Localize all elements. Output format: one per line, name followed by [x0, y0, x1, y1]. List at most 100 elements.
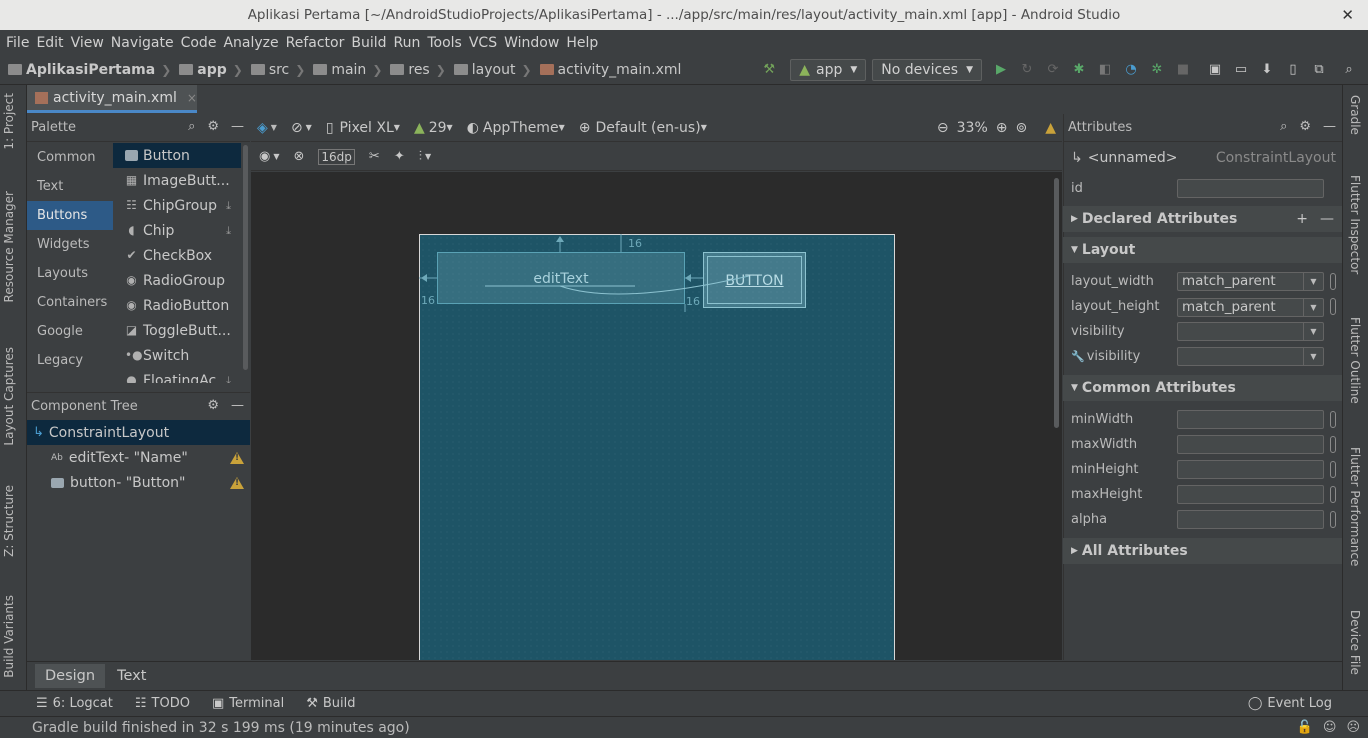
- palette-widget-radiobutton[interactable]: ◉ RadioButton: [113, 293, 241, 318]
- search-icon[interactable]: ⌕: [188, 119, 195, 134]
- palette-category-widgets[interactable]: Widgets: [27, 230, 113, 259]
- editor-tab-activity-main[interactable]: activity_main.xml ×: [27, 85, 197, 113]
- palette-widget-floatingactionbutton[interactable]: ● FloatingAc... ⤓: [113, 368, 241, 384]
- palette-widget-togglebutton[interactable]: ◪ ToggleButt...: [113, 318, 241, 343]
- run-icon[interactable]: ▶: [990, 59, 1012, 81]
- warning-icon[interactable]: ▲: [1045, 120, 1056, 136]
- attribute-pin-icon[interactable]: [1330, 461, 1336, 478]
- avd-manager-icon[interactable]: ▭: [1230, 59, 1252, 81]
- apply-code-changes-icon[interactable]: ⟳: [1042, 59, 1064, 81]
- menu-navigate[interactable]: Navigate: [111, 35, 174, 51]
- add-attribute-icon[interactable]: +: [1296, 211, 1308, 227]
- tree-item-button[interactable]: button - "Button": [27, 470, 250, 495]
- attribute-pin-icon[interactable]: [1330, 436, 1336, 453]
- tool-window-todo[interactable]: ☷ TODO: [135, 696, 190, 711]
- tool-window-build[interactable]: ⚒ Build: [306, 696, 355, 711]
- warning-icon[interactable]: [230, 476, 244, 489]
- alpha-input[interactable]: [1177, 510, 1324, 529]
- device-manager-icon[interactable]: ▯: [1282, 59, 1304, 81]
- layout-inspector-icon[interactable]: ⧉: [1308, 59, 1330, 81]
- gear-icon[interactable]: ⚙: [1299, 119, 1311, 134]
- debug-icon[interactable]: ✱: [1068, 59, 1090, 81]
- canvas-scrollbar[interactable]: [1054, 178, 1059, 428]
- tree-item-constraintlayout[interactable]: ↳ ConstraintLayout: [27, 420, 250, 445]
- api-selector[interactable]: ▲ 29 ▼: [414, 120, 453, 136]
- palette-category-google[interactable]: Google: [27, 317, 113, 346]
- tool-tab-flutter-inspector[interactable]: Flutter Inspector: [1348, 175, 1362, 274]
- maxwidth-input[interactable]: [1177, 435, 1324, 454]
- search-icon[interactable]: ⌕: [1338, 59, 1360, 81]
- gear-icon[interactable]: ⚙: [207, 119, 219, 134]
- locale-selector[interactable]: ⊕ Default (en-us) ▼: [579, 120, 707, 136]
- attribute-pin-icon[interactable]: [1330, 486, 1336, 503]
- tool-tab-resource-manager[interactable]: Resource Manager: [2, 191, 16, 302]
- autoconnect-icon[interactable]: ⊗: [294, 149, 305, 164]
- palette-category-common[interactable]: Common: [27, 143, 113, 172]
- tool-tab-flutter-performance[interactable]: Flutter Performance: [1348, 447, 1362, 566]
- tool-window-logcat[interactable]: ☰ 6: Logcat: [36, 696, 113, 711]
- sync-project-icon[interactable]: ▣: [1204, 59, 1226, 81]
- palette-widget-chipgroup[interactable]: ☷ ChipGroup ⤓: [113, 193, 241, 218]
- tool-tab-flutter-outline[interactable]: Flutter Outline: [1348, 317, 1362, 404]
- download-icon[interactable]: ⤓: [226, 374, 231, 384]
- minimize-icon[interactable]: —: [231, 398, 244, 413]
- palette-category-legacy[interactable]: Legacy: [27, 346, 113, 375]
- align-icon[interactable]: ⫶ ▼: [419, 149, 431, 164]
- breadcrumb-file[interactable]: activity_main.xml: [539, 62, 681, 78]
- section-all-attributes[interactable]: ▶ All Attributes: [1063, 538, 1342, 564]
- menu-analyze[interactable]: Analyze: [223, 35, 278, 51]
- smiley-icon[interactable]: ☺: [1323, 720, 1337, 735]
- download-icon[interactable]: ⤓: [226, 224, 231, 238]
- zoom-in-icon[interactable]: ⊕: [996, 120, 1008, 136]
- minimize-icon[interactable]: —: [1323, 119, 1336, 134]
- breadcrumb-project[interactable]: AplikasiPertama ❯: [8, 62, 171, 78]
- section-common-attributes[interactable]: ▼ Common Attributes: [1063, 375, 1342, 401]
- tool-window-terminal[interactable]: ▣ Terminal: [212, 696, 284, 711]
- tool-tab-device-file[interactable]: Device File: [1348, 610, 1362, 675]
- section-layout[interactable]: ▼ Layout: [1063, 237, 1342, 263]
- sad-face-icon[interactable]: ☹: [1346, 720, 1360, 735]
- stop-icon[interactable]: ■: [1172, 59, 1194, 81]
- tools-visibility-dropdown[interactable]: ▼: [1177, 347, 1324, 366]
- attribute-pin-icon[interactable]: [1330, 273, 1336, 290]
- tool-tab-structure[interactable]: Z: Structure: [2, 485, 16, 557]
- clear-constraints-icon[interactable]: ✂: [369, 149, 380, 164]
- device-dropdown[interactable]: No devices ▼: [872, 58, 982, 81]
- download-icon[interactable]: ⤓: [226, 199, 231, 213]
- palette-category-text[interactable]: Text: [27, 172, 113, 201]
- infer-constraints-icon[interactable]: ✦: [394, 149, 405, 164]
- attach-debugger-icon[interactable]: ✲: [1146, 59, 1168, 81]
- apply-changes-icon[interactable]: ↻: [1016, 59, 1038, 81]
- menu-tools[interactable]: Tools: [427, 35, 462, 51]
- minimize-icon[interactable]: —: [231, 119, 244, 134]
- breadcrumb-app[interactable]: app ❯: [179, 62, 243, 78]
- search-icon[interactable]: ⌕: [1280, 119, 1287, 134]
- coverage-icon[interactable]: ◧: [1094, 59, 1116, 81]
- zoom-fit-icon[interactable]: ⊚: [1015, 120, 1027, 136]
- palette-widget-switch[interactable]: •● Switch: [113, 343, 241, 368]
- attribute-pin-icon[interactable]: [1330, 511, 1336, 528]
- design-surface-icon[interactable]: ◈ ▼: [257, 120, 277, 136]
- menu-file[interactable]: File: [6, 35, 29, 51]
- menu-edit[interactable]: Edit: [36, 35, 63, 51]
- palette-category-buttons[interactable]: Buttons: [27, 201, 113, 230]
- minwidth-input[interactable]: [1177, 410, 1324, 429]
- section-declared-attributes[interactable]: ▶ Declared Attributes + —: [1063, 206, 1342, 232]
- tool-tab-layout-captures[interactable]: Layout Captures: [2, 347, 16, 446]
- menu-run[interactable]: Run: [394, 35, 421, 51]
- tab-design[interactable]: Design: [35, 664, 106, 688]
- palette-category-layouts[interactable]: Layouts: [27, 259, 113, 288]
- breadcrumb-src[interactable]: src ❯: [250, 62, 305, 78]
- tree-item-edittext[interactable]: Ab editText - "Name": [27, 445, 250, 470]
- layout-width-dropdown[interactable]: match_parent ▼: [1177, 272, 1324, 291]
- sdk-manager-icon[interactable]: ⬇: [1256, 59, 1278, 81]
- breadcrumb-main[interactable]: main ❯: [313, 62, 382, 78]
- tool-window-event-log[interactable]: ◯ Event Log: [1248, 696, 1332, 711]
- status-message[interactable]: Gradle build finished in 32 s 199 ms (19…: [32, 720, 410, 736]
- close-tab-icon[interactable]: ×: [187, 91, 197, 105]
- zoom-out-icon[interactable]: ⊖: [937, 120, 949, 136]
- lock-icon[interactable]: 🔓: [1297, 720, 1313, 735]
- palette-category-containers[interactable]: Containers: [27, 288, 113, 317]
- breadcrumb-res[interactable]: res ❯: [390, 62, 446, 78]
- tab-text[interactable]: Text: [107, 664, 156, 688]
